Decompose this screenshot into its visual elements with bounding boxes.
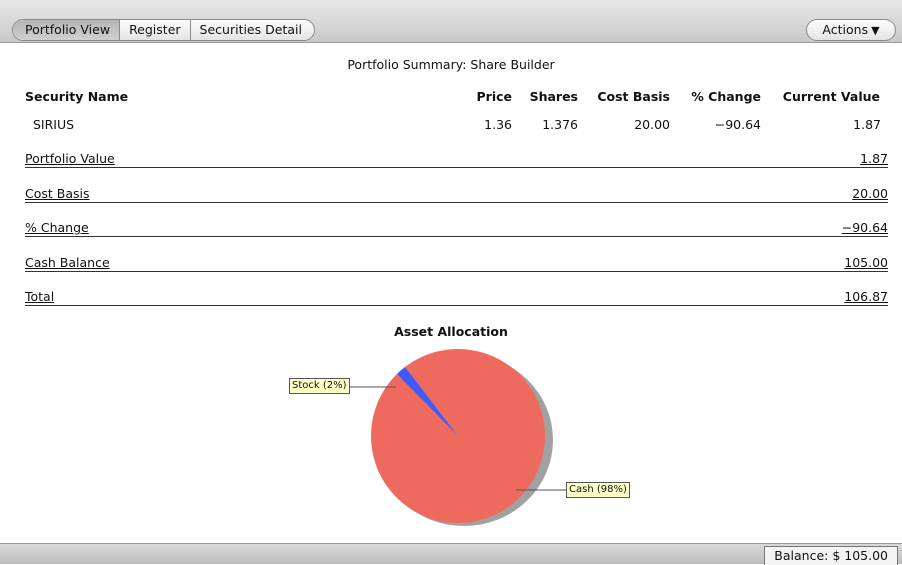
balance-indicator: Balance: $ 105.00 [764,546,898,565]
stock-slice-label: Stock (2%) [289,378,350,394]
status-bar: Balance: $ 105.00 [0,543,902,565]
cash-slice-label: Cash (98%) [566,482,630,498]
pie-slice-cash [370,349,545,524]
asset-allocation-pie-chart [350,349,566,526]
